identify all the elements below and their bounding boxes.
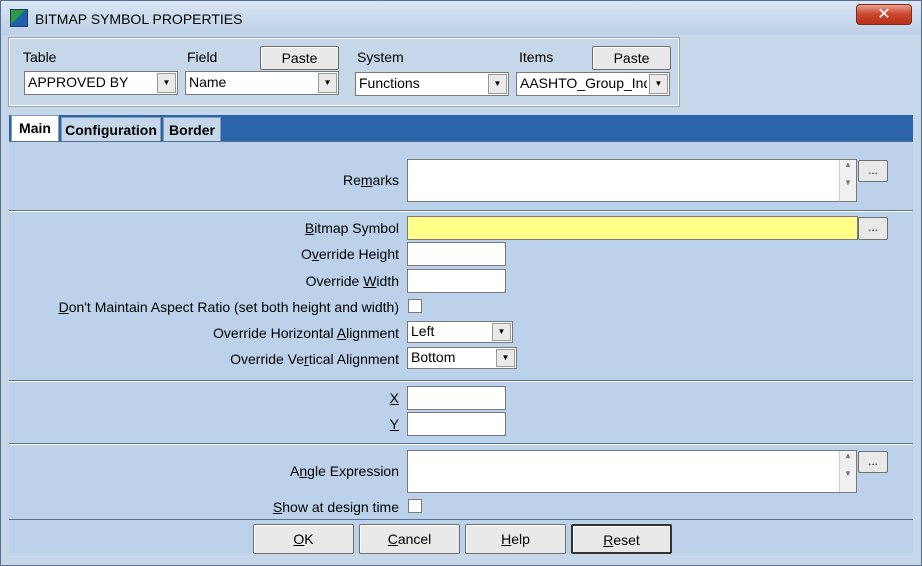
title-bar: BITMAP SYMBOL PROPERTIES ✕ — [1, 1, 921, 35]
bitmap-symbol-input[interactable] — [407, 216, 858, 240]
angle-browse-button[interactable]: ... — [858, 451, 888, 473]
system-label: System — [357, 49, 404, 65]
section-divider-highlight — [9, 211, 913, 212]
table-select[interactable]: APPROVED BY ▼ — [24, 71, 178, 95]
vertical-alignment-select[interactable]: Bottom ▼ — [407, 347, 517, 369]
aspect-ratio-checkbox[interactable] — [408, 299, 422, 313]
field-paste-button[interactable]: Paste — [260, 46, 339, 70]
help-button[interactable]: Help — [465, 524, 566, 554]
show-design-time-label: Show at design time — [272, 499, 399, 515]
app-icon — [10, 9, 28, 27]
override-width-label: Override Width — [305, 273, 399, 289]
close-icon: ✕ — [877, 6, 891, 23]
horizontal-alignment-select[interactable]: Left ▼ — [407, 321, 513, 343]
angle-expression-label: Angle Expression — [290, 463, 399, 479]
ok-button[interactable]: OK — [253, 524, 354, 554]
remarks-browse-button[interactable]: ... — [858, 160, 888, 182]
chevron-down-icon: ▼ — [649, 74, 668, 94]
cancel-button[interactable]: Cancel — [359, 524, 460, 554]
system-select[interactable]: Functions ▼ — [355, 72, 509, 96]
system-value: Functions — [359, 75, 420, 91]
chevron-down-icon: ▼ — [492, 323, 511, 341]
field-value: Name — [189, 74, 227, 90]
chevron-down-icon: ▼ — [157, 73, 176, 93]
bitmap-symbol-label: Bitmap Symbol — [304, 220, 399, 236]
y-input[interactable] — [407, 412, 506, 436]
x-input[interactable] — [407, 386, 506, 410]
field-selector-group: Table APPROVED BY ▼ Field Paste Name ▼ S… — [8, 37, 680, 107]
table-label: Table — [23, 49, 57, 65]
override-height-input[interactable] — [407, 242, 506, 266]
tab-configuration[interactable]: Configuration — [61, 117, 161, 141]
chevron-down-icon: ▼ — [318, 73, 337, 93]
aspect-ratio-label: Don't Maintain Aspect Ratio (set both he… — [58, 299, 399, 315]
section-divider-highlight — [9, 381, 913, 382]
window-title: BITMAP SYMBOL PROPERTIES — [35, 11, 243, 27]
horizontal-alignment-label: Override Horizontal Alignment — [213, 325, 399, 341]
table-value: APPROVED BY — [28, 74, 129, 90]
x-label: X — [389, 390, 399, 406]
chevron-down-icon: ▼ — [488, 74, 507, 94]
close-button[interactable]: ✕ — [856, 4, 912, 25]
items-select[interactable]: AASHTO_Group_Inde ▼ — [516, 72, 670, 96]
items-value: AASHTO_Group_Inde — [520, 75, 647, 91]
tab-main[interactable]: Main — [11, 115, 59, 141]
reset-button[interactable]: Reset — [571, 524, 672, 554]
section-divider-highlight — [9, 444, 913, 445]
override-width-input[interactable] — [407, 269, 506, 293]
items-label: Items — [519, 49, 554, 65]
show-design-time-checkbox[interactable] — [408, 499, 422, 513]
remarks-textarea[interactable]: ▲ ▼ — [407, 159, 857, 202]
items-paste-button[interactable]: Paste — [592, 46, 671, 70]
field-select[interactable]: Name ▼ — [185, 71, 339, 95]
remarks-label: Remarks — [342, 172, 399, 188]
remarks-scrollbar[interactable]: ▲ ▼ — [839, 160, 856, 201]
field-label: Field — [187, 49, 218, 65]
dialog-window: BITMAP SYMBOL PROPERTIES ✕ Table APPROVE… — [0, 0, 922, 566]
bitmap-browse-button[interactable]: ... — [858, 217, 888, 240]
vertical-alignment-label: Override Vertical Alignment — [230, 351, 399, 367]
y-label: Y — [389, 416, 399, 432]
tab-strip: Main Configuration Border — [9, 115, 913, 141]
section-divider — [9, 519, 913, 520]
angle-scrollbar[interactable]: ▲ ▼ — [839, 451, 856, 492]
tab-border[interactable]: Border — [163, 117, 221, 141]
horizontal-alignment-value: Left — [411, 323, 435, 339]
vertical-alignment-value: Bottom — [411, 349, 456, 365]
chevron-down-icon: ▼ — [496, 349, 515, 367]
override-height-label: Override Height — [300, 246, 399, 262]
angle-expression-textarea[interactable]: ▲ ▼ — [407, 450, 857, 493]
